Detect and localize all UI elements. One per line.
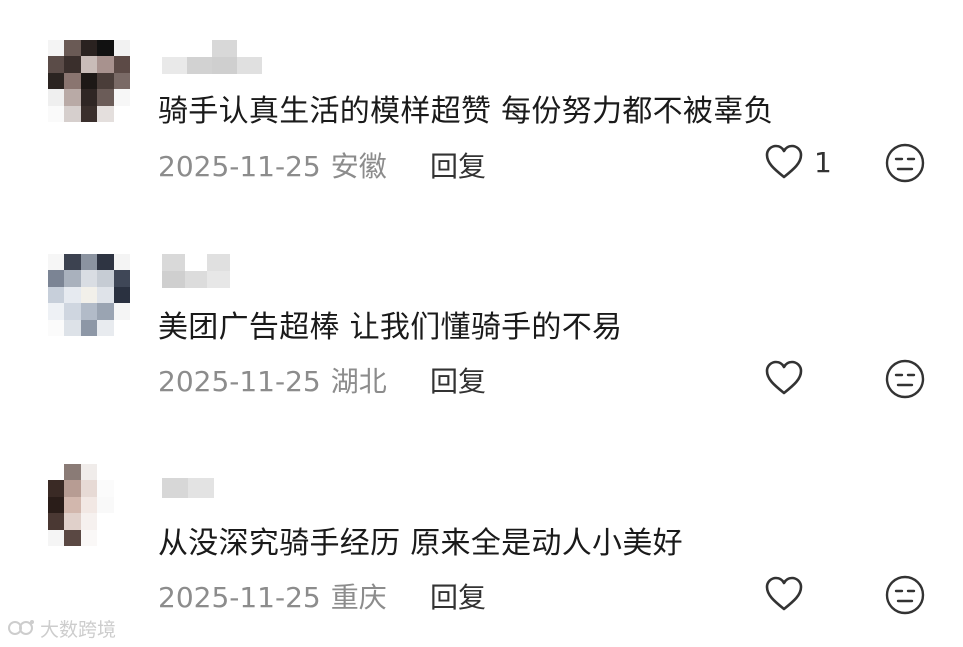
comment-text: 从没深究骑手经历 原来全是动人小美好: [158, 526, 683, 561]
comment-meta: 2025-11-25 湖北: [158, 360, 387, 400]
comment-date: 2025-11-25: [158, 150, 321, 183]
username-blurred[interactable]: [162, 254, 230, 288]
comment-location: 重庆: [330, 581, 387, 614]
dislike-button[interactable]: [884, 142, 926, 184]
comment-date: 2025-11-25: [158, 581, 321, 614]
comment-meta: 2025-11-25 重庆: [158, 576, 387, 616]
comment-meta: 2025-11-25 安徽: [158, 145, 387, 185]
reply-button[interactable]: 回复: [430, 576, 486, 616]
heart-outline-icon: [765, 576, 803, 611]
comment-date: 2025-11-25: [158, 365, 321, 398]
username-blurred[interactable]: [162, 40, 262, 74]
dislike-button[interactable]: [884, 358, 926, 400]
heart-outline-icon: [765, 360, 803, 395]
comment-item: 骑手认真生活的模样超赞 每份努力都不被辜负 2025-11-25 安徽 回复 1: [0, 0, 963, 200]
heart-outline-icon: [765, 144, 803, 179]
neutral-face-icon: [885, 575, 925, 615]
comment-location: 安徽: [330, 150, 387, 183]
neutral-face-icon: [885, 359, 925, 399]
username-blurred[interactable]: [162, 478, 214, 498]
neutral-face-icon: [885, 143, 925, 183]
avatar[interactable]: [48, 40, 130, 122]
comment-location: 湖北: [330, 365, 387, 398]
comment-text: 美团广告超棒 让我们懂骑手的不易: [158, 310, 623, 345]
watermark: 大数跨境: [6, 614, 116, 642]
comment-item: 从没深究骑手经历 原来全是动人小美好 2025-11-25 重庆 回复: [0, 430, 963, 630]
comment-text: 骑手认真生活的模样超赞 每份努力都不被辜负: [158, 94, 774, 129]
avatar[interactable]: [48, 254, 130, 336]
like-button[interactable]: [764, 572, 814, 616]
watermark-logo-icon: [8, 620, 34, 635]
like-button[interactable]: [764, 356, 814, 400]
reply-button[interactable]: 回复: [430, 360, 486, 400]
dislike-button[interactable]: [884, 574, 926, 616]
comment-item: 美团广告超棒 让我们懂骑手的不易 2025-11-25 湖北 回复: [0, 214, 963, 414]
reply-button[interactable]: 回复: [430, 145, 486, 185]
avatar[interactable]: [48, 464, 130, 546]
comment-list: 骑手认真生活的模样超赞 每份努力都不被辜负 2025-11-25 安徽 回复 1: [0, 0, 963, 647]
like-count: 1: [814, 145, 832, 179]
watermark-text: 大数跨境: [40, 618, 117, 641]
like-button[interactable]: 1: [764, 140, 832, 184]
